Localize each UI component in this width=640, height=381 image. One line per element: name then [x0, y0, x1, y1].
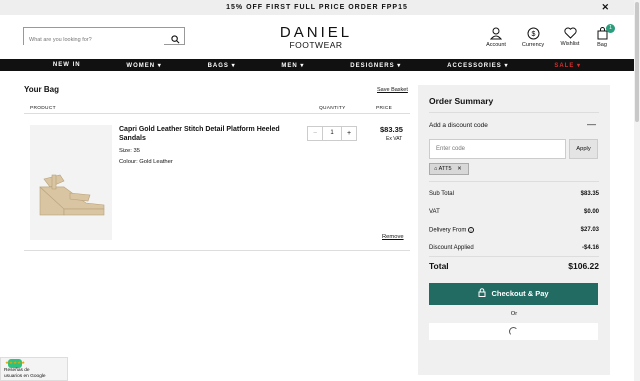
logo-line1: DANIEL	[279, 24, 353, 41]
wishlist-label: Wishlist	[560, 41, 580, 47]
logo-line2: FOOTWEAR	[289, 40, 343, 50]
summary-value: $0.00	[583, 209, 599, 215]
nav-item-men[interactable]: MEN ▾	[281, 62, 304, 69]
page-title: Your Bag	[24, 85, 59, 94]
currency-label: Currency	[521, 42, 545, 48]
reviews-text: Reseñas de usuarios en Google	[4, 368, 46, 380]
or-divider: Or	[510, 311, 518, 317]
summary-label: Delivery From	[429, 227, 467, 234]
order-total: Total $106.22	[429, 261, 599, 271]
search-box[interactable]	[23, 27, 185, 48]
alternative-payment-button[interactable]	[429, 323, 598, 340]
google-reviews-badge[interactable]: ★★★★★ Reseñas de usuarios en Google	[0, 357, 68, 381]
nav-item-new-in[interactable]: NEW IN	[53, 62, 81, 68]
summary-label: VAT	[429, 209, 440, 215]
applied-code: ATT5	[438, 166, 452, 172]
summary-label: Sub Total	[429, 191, 454, 197]
divider	[429, 256, 599, 257]
summary-row-delivery: Delivery From i $27.03	[429, 227, 599, 234]
order-summary-panel: Order Summary Add a discount code — Ente…	[418, 85, 610, 375]
bag-count-badge: 1	[606, 24, 615, 33]
total-label: Total	[429, 261, 449, 271]
bag-label: Bag	[597, 42, 607, 48]
remove-code-icon[interactable]: ✕	[457, 166, 462, 172]
apply-button[interactable]: Apply	[569, 139, 598, 159]
search-icon[interactable]	[171, 31, 180, 49]
svg-text:$: $	[531, 31, 535, 38]
divider	[429, 181, 599, 182]
summary-row-discount: Discount Applied -$4.16	[429, 245, 599, 251]
product-colour: Colour: Gold Leather	[119, 159, 173, 165]
nav-item-designers[interactable]: DESIGNERS ▾	[350, 62, 401, 69]
bag-button[interactable]: 1 Bag	[594, 24, 615, 48]
nav-item-bags[interactable]: BAGS ▾	[208, 62, 236, 69]
nav-item-sale[interactable]: SALE ▾	[554, 62, 581, 69]
main-nav: NEW IN WOMEN ▾ BAGS ▾ MEN ▾ DESIGNERS ▾ …	[0, 59, 634, 71]
order-summary-title: Order Summary	[429, 96, 494, 106]
nav-item-accessories[interactable]: ACCESSORIES ▾	[447, 62, 508, 69]
total-value: $106.22	[568, 261, 599, 271]
collapse-icon[interactable]: —	[587, 119, 596, 129]
discount-code-input[interactable]: Enter code	[429, 139, 566, 159]
summary-value: $27.03	[580, 227, 599, 233]
site-header: DANIEL FOOTWEAR Account $ Currency Wishl…	[0, 15, 634, 59]
divider	[24, 250, 410, 251]
search-input[interactable]	[24, 32, 164, 48]
checkout-button[interactable]: Checkout & Pay	[429, 283, 598, 305]
product-name[interactable]: Capri Gold Leather Stitch Detail Platfor…	[119, 125, 294, 143]
remove-item-link[interactable]: Remove	[382, 234, 404, 240]
checkout-label: Checkout & Pay	[491, 289, 549, 298]
quantity-stepper: − 1 +	[307, 126, 357, 141]
summary-value: -$4.16	[581, 245, 599, 251]
applied-code-chip: ⌂ ATT5 ✕	[429, 163, 469, 175]
decrease-quantity-button[interactable]: −	[307, 126, 323, 141]
discount-toggle-label[interactable]: Add a discount code	[429, 122, 488, 129]
product-price: $83.35	[380, 125, 403, 134]
column-header-quantity: QUANTITY	[319, 106, 346, 111]
reviews-text-line2: usuarios en Google	[4, 374, 46, 379]
wishlist-button[interactable]: Wishlist	[557, 27, 583, 47]
user-icon	[490, 27, 502, 40]
quantity-value[interactable]: 1	[323, 126, 341, 141]
close-icon[interactable]: ✕	[601, 0, 610, 15]
loading-spinner-icon	[509, 327, 518, 336]
summary-row-vat: VAT $0.00	[429, 209, 599, 215]
nav-item-women[interactable]: WOMEN ▾	[126, 62, 161, 69]
summary-value: $83.35	[580, 191, 599, 197]
save-basket-link[interactable]: Save Basket	[377, 87, 408, 93]
tag-icon: ⌂	[434, 166, 438, 172]
product-size: Size: 35	[119, 148, 140, 154]
lock-icon	[478, 288, 486, 297]
column-header-product: PRODUCT	[30, 106, 56, 111]
account-label: Account	[486, 42, 506, 48]
promo-text: 15% OFF FIRST FULL PRICE ORDER FPP15	[226, 4, 408, 11]
info-icon[interactable]: i	[468, 227, 475, 233]
stars-icon: ★★★★★	[5, 360, 26, 365]
account-button[interactable]: Account	[483, 27, 509, 48]
site-logo[interactable]: DANIEL FOOTWEAR	[270, 24, 362, 50]
currency-icon: $	[527, 27, 539, 40]
summary-label: Discount Applied	[429, 245, 474, 251]
summary-row-subtotal: Sub Total $83.35	[429, 191, 599, 197]
product-image[interactable]	[30, 125, 112, 240]
vat-note: Ex VAT	[386, 136, 403, 142]
scrollbar-thumb[interactable]	[635, 2, 639, 122]
divider	[24, 113, 410, 114]
increase-quantity-button[interactable]: +	[341, 126, 357, 141]
promo-banner: 15% OFF FIRST FULL PRICE ORDER FPP15 ✕	[0, 0, 634, 15]
heart-icon	[563, 27, 577, 39]
divider	[429, 112, 599, 113]
column-header-price: PRICE	[376, 106, 393, 111]
currency-button[interactable]: $ Currency	[519, 27, 547, 48]
scrollbar[interactable]	[634, 0, 640, 381]
